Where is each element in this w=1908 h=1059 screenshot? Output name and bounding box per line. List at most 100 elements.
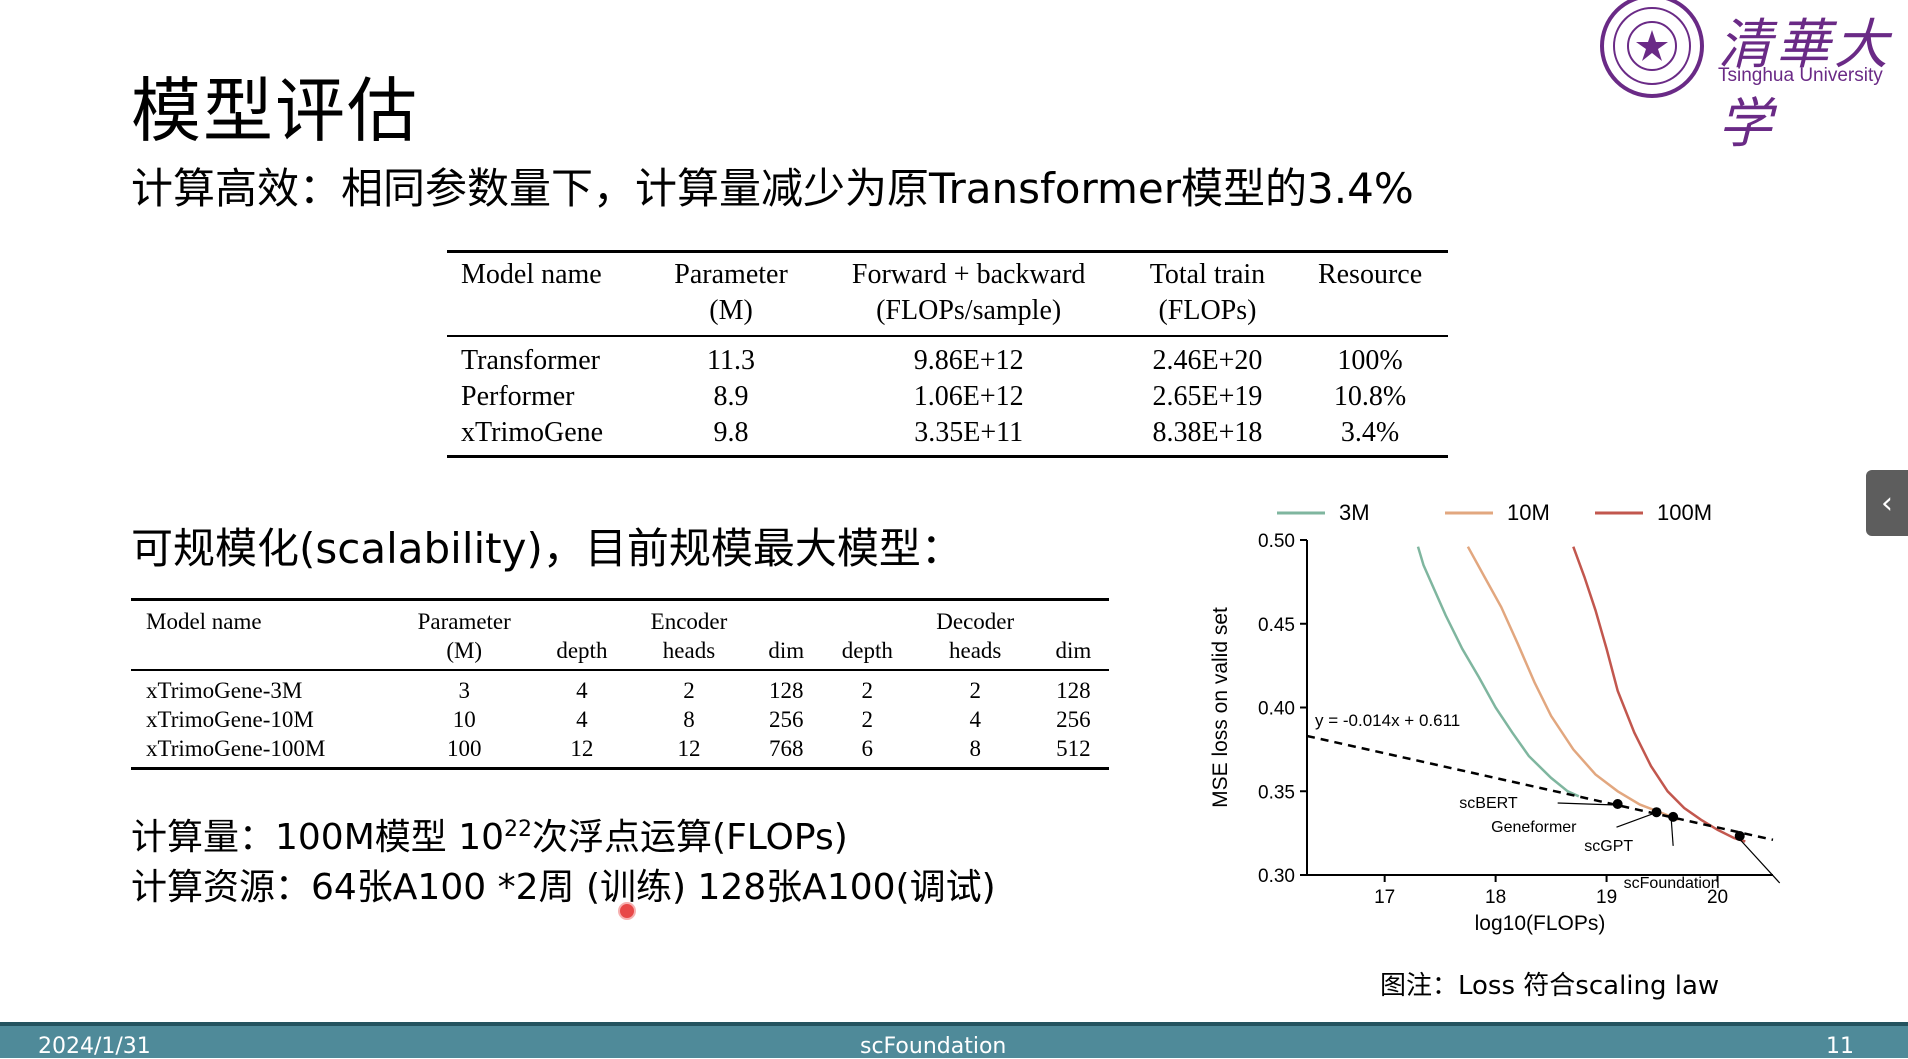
footer-page-number: 11 bbox=[1826, 1034, 1854, 1059]
cell: 3.4% bbox=[1340, 417, 1400, 448]
footer-title: scFoundation bbox=[860, 1034, 1007, 1059]
cell: Performer bbox=[461, 381, 575, 412]
cell: 4 bbox=[969, 707, 981, 732]
y-axis-label: MSE loss on valid set bbox=[1209, 607, 1232, 808]
cell: 9.8 bbox=[713, 417, 749, 448]
table-row: xTrimoGene-3M 3 4 2 128 2 2 128 bbox=[131, 670, 1109, 705]
col-header bbox=[751, 600, 822, 637]
cell: 2 bbox=[683, 678, 695, 703]
point-leader-line bbox=[1616, 812, 1655, 828]
col-header bbox=[1038, 600, 1109, 637]
logo-english-text: Tsinghua University bbox=[1718, 65, 1883, 86]
pointer-dot bbox=[618, 902, 636, 920]
cell: 3.35E+11 bbox=[914, 417, 1024, 448]
y-tick-label: 0.45 bbox=[1258, 615, 1295, 636]
cell: 2.46E+20 bbox=[1152, 345, 1263, 376]
cell: 768 bbox=[769, 736, 804, 761]
y-tick-label: 0.35 bbox=[1258, 782, 1295, 803]
cell: xTrimoGene-100M bbox=[146, 736, 326, 761]
col-header: dim bbox=[768, 638, 805, 663]
cell: 12 bbox=[570, 736, 594, 761]
model-scale-table: Model name Parameter Encoder Decoder (M)… bbox=[131, 598, 1109, 770]
legend-label: 10M bbox=[1507, 500, 1550, 525]
y-tick-label: 0.30 bbox=[1258, 866, 1295, 887]
cell: 11.3 bbox=[707, 345, 756, 376]
x-tick-label: 18 bbox=[1485, 887, 1506, 908]
cell: 100 bbox=[446, 736, 482, 761]
col-header-parameter: Parameter (M) bbox=[674, 259, 788, 326]
col-header-resource: Resource bbox=[1317, 259, 1423, 290]
scaling-law-chart: 0.300.350.400.450.5017 18 19 20log10(FLOPs)… bbox=[1209, 500, 1781, 935]
cell: 512 bbox=[1056, 736, 1091, 761]
scalability-heading: 可规模化(scalability)，目前规模最大模型： bbox=[131, 524, 963, 573]
table-row: xTrimoGene 9.8 3.35E+11 8.38E+18 3.4% bbox=[447, 415, 1448, 457]
page-title: 模型评估 bbox=[131, 70, 419, 152]
point-label: scBERT bbox=[1459, 795, 1518, 812]
point-leader-line bbox=[1670, 817, 1674, 846]
table-row: xTrimoGene-10M 10 4 8 256 2 4 256 bbox=[131, 705, 1109, 734]
legend-label: 100M bbox=[1657, 500, 1712, 525]
col-header bbox=[537, 600, 628, 637]
x-tick-label: 19 bbox=[1596, 887, 1617, 908]
point-label: Geneformer bbox=[1491, 819, 1577, 836]
cell: 8.9 bbox=[713, 381, 749, 412]
cell: 6 bbox=[861, 736, 874, 761]
table-header-row: Model name Parameter Encoder Decoder bbox=[131, 600, 1109, 637]
chevron-left-icon[interactable]: ‹ bbox=[1866, 470, 1908, 536]
y-tick-label: 0.50 bbox=[1258, 531, 1295, 552]
legend-label: 3M bbox=[1339, 500, 1370, 525]
col-header-model-name: Model name bbox=[461, 259, 602, 290]
cell: Transformer bbox=[461, 345, 600, 376]
cell: 256 bbox=[769, 707, 804, 732]
cell: xTrimoGene-10M bbox=[146, 707, 314, 732]
col-header: depth bbox=[841, 638, 893, 663]
series-line-100M bbox=[1572, 546, 1746, 843]
col-header: dim bbox=[1055, 638, 1092, 663]
point-leader-line bbox=[1557, 802, 1616, 806]
cell: 10.8% bbox=[1333, 381, 1407, 412]
cell: 128 bbox=[1056, 678, 1091, 703]
cell: 10 bbox=[452, 707, 476, 732]
cell: 256 bbox=[1056, 707, 1091, 732]
fit-line-label: y = -0.014x + 0.611 bbox=[1315, 711, 1460, 730]
table-header-row: (M) depth heads dim depth heads dim bbox=[131, 636, 1109, 670]
compute-efficiency-table: Model name Parameter (M) Forward + backwa… bbox=[447, 250, 1448, 458]
cell: xTrimoGene-3M bbox=[146, 678, 303, 703]
col-header-forward-backward: Forward + backward (FLOPs/sample) bbox=[851, 259, 1086, 326]
point-label: scGPT bbox=[1584, 838, 1633, 855]
col-header: Encoder bbox=[650, 609, 728, 634]
footer-date: 2024/1/31 bbox=[38, 1034, 151, 1059]
cell: 2 bbox=[969, 678, 981, 703]
y-tick-label: 0.40 bbox=[1258, 699, 1295, 720]
x-tick-label: 17 bbox=[1374, 887, 1395, 908]
table-row: xTrimoGene-100M 100 12 12 768 6 8 512 bbox=[131, 734, 1109, 769]
series-line-3M bbox=[1416, 546, 1580, 798]
cell: 9.86E+12 bbox=[913, 345, 1024, 376]
cell: 8 bbox=[969, 736, 981, 761]
cell: xTrimoGene bbox=[461, 417, 604, 448]
cell: 2.65E+19 bbox=[1152, 381, 1263, 412]
cell: 2 bbox=[861, 678, 874, 703]
cell: 128 bbox=[769, 678, 804, 703]
cell: 3 bbox=[458, 678, 470, 703]
col-header bbox=[822, 600, 913, 637]
col-header: heads bbox=[949, 638, 1002, 663]
col-header: heads bbox=[662, 638, 716, 663]
col-header: Model name bbox=[146, 609, 262, 634]
col-header: (M) bbox=[446, 638, 483, 663]
tsinghua-seal-logo bbox=[1600, 0, 1704, 98]
x-axis-label: log10(FLOPs) bbox=[1475, 912, 1606, 935]
point-leader-line bbox=[1737, 836, 1781, 884]
point-Geneformer bbox=[1651, 807, 1662, 818]
table-header-row: Model name Parameter (M) Forward + backwa… bbox=[447, 251, 1448, 336]
cell: 4 bbox=[576, 678, 588, 703]
col-header bbox=[131, 636, 392, 670]
point-scGPT bbox=[1668, 811, 1679, 822]
cell: 2 bbox=[861, 707, 874, 732]
cell: 12 bbox=[677, 736, 701, 761]
cell: 1.06E+12 bbox=[913, 381, 1024, 412]
cell: 100% bbox=[1337, 345, 1403, 376]
subtitle: 计算高效：相同参数量下，计算量减少为原Transformer模型的3.4% bbox=[131, 164, 1414, 213]
footer-bar: 2024/1/31 scFoundation 11 bbox=[0, 1022, 1908, 1059]
cell: 8.38E+18 bbox=[1152, 417, 1263, 448]
